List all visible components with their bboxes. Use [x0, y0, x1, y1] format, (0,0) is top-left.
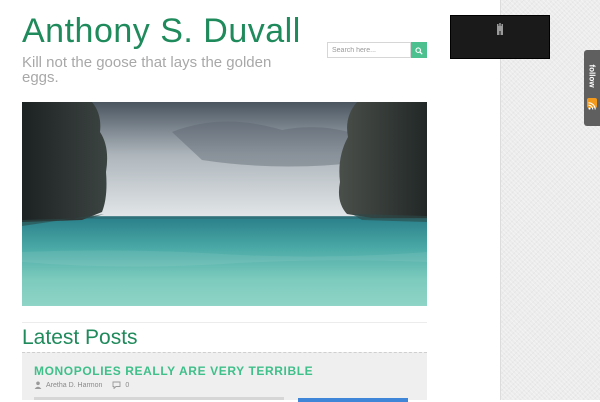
- search-box: [327, 42, 427, 58]
- latest-posts-heading: Latest Posts: [22, 326, 138, 349]
- search-icon: [415, 43, 423, 58]
- site-title[interactable]: Anthony S. Duvall: [22, 12, 301, 51]
- author-icon: [34, 381, 42, 389]
- castle-icon: [494, 22, 506, 58]
- post-title-link[interactable]: MONOPOLIES REALLY ARE VERY TERRIBLE: [34, 364, 313, 378]
- comment-icon: [112, 381, 121, 389]
- post-meta: Aretha D. Harmon 0: [34, 381, 129, 389]
- rss-icon[interactable]: [587, 98, 597, 110]
- follow-label: follow: [587, 64, 597, 88]
- search-input[interactable]: [327, 42, 411, 58]
- section-divider: [22, 322, 427, 323]
- hero-image: [22, 102, 427, 306]
- follow-tab[interactable]: follow: [584, 50, 600, 126]
- sidebar-widget: [450, 15, 550, 59]
- read-more-button[interactable]: [298, 398, 408, 402]
- post-author[interactable]: Aretha D. Harmon: [46, 382, 102, 389]
- site-tagline: Kill not the goose that lays the golden …: [22, 54, 272, 86]
- search-button[interactable]: [411, 42, 427, 58]
- comment-count[interactable]: 0: [125, 382, 129, 389]
- post-card: MONOPOLIES REALLY ARE VERY TERRIBLE Aret…: [22, 352, 427, 402]
